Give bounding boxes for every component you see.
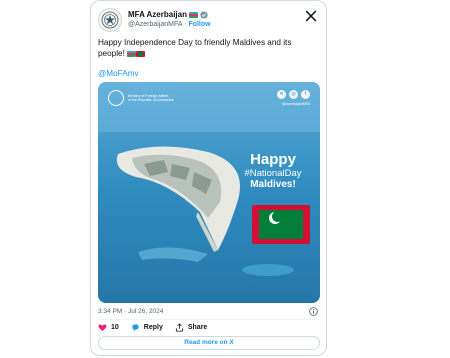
tweet-text: Happy Independence Day to friendly Maldi…	[98, 37, 320, 59]
avatar[interactable]	[98, 8, 122, 32]
share-button[interactable]: Share	[175, 323, 207, 332]
reply-button[interactable]: Reply	[131, 323, 163, 332]
facebook-icon: f	[301, 90, 310, 99]
azerbaijan-flag-icon	[127, 50, 137, 57]
reply-label: Reply	[143, 324, 163, 331]
ministry-name: Ministry of Foreign Affairs of the Repub…	[128, 93, 174, 102]
tweet-timestamp[interactable]: 3:34 PM · Jul 26, 2024	[98, 308, 163, 315]
azerbaijan-seal-icon	[101, 11, 119, 29]
follow-button[interactable]: Follow	[188, 21, 210, 28]
tweet-embed-card: MFA Azerbaijan @AzerbaijanMFA · Follow H…	[90, 0, 327, 356]
like-count: 10	[111, 324, 119, 331]
azerbaijan-flag-icon	[188, 11, 198, 18]
tweet-header: MFA Azerbaijan @AzerbaijanMFA · Follow	[98, 8, 320, 34]
tweet-actions: 10 Reply Share	[98, 323, 219, 332]
instagram-icon: ◎	[289, 90, 298, 99]
author-handle[interactable]: @AzerbaijanMFA	[128, 21, 182, 28]
info-icon[interactable]	[309, 307, 318, 316]
greeting-headline: Happy	[250, 151, 296, 168]
separator-dot: ·	[184, 21, 187, 28]
read-more-button[interactable]: Read more on X	[98, 336, 320, 350]
mention-link[interactable]: @MoFAmv	[98, 69, 139, 78]
divider	[98, 319, 320, 320]
share-icon	[175, 323, 183, 332]
ministry-logo: Ministry of Foreign Affairs of the Repub…	[108, 90, 174, 106]
like-button[interactable]: 10	[98, 323, 119, 332]
greeting-hashtag: #NationalDay	[244, 168, 302, 179]
azerbaijan-seal-icon	[108, 90, 124, 106]
author-name[interactable]: MFA Azerbaijan	[128, 10, 187, 19]
author-name-row[interactable]: MFA Azerbaijan	[128, 10, 208, 19]
image-social-handle: @AzerbaijanMFA	[281, 102, 310, 106]
heart-icon	[98, 324, 107, 332]
author-handle-row: @AzerbaijanMFA · Follow	[128, 21, 211, 28]
maldives-flag-icon	[136, 50, 146, 57]
x-logo-icon: ✕	[277, 90, 286, 99]
greeting-text: Happy #NationalDay Maldives!	[238, 152, 308, 191]
verified-badge-icon	[200, 10, 208, 19]
x-logo-icon[interactable]	[305, 10, 317, 22]
social-icons: ✕ ◎ f	[277, 90, 310, 99]
share-label: Share	[187, 324, 208, 331]
greeting-country: Maldives!	[250, 179, 296, 190]
reply-icon	[132, 324, 139, 332]
maldives-flag-icon	[252, 205, 310, 244]
tweet-image[interactable]: Ministry of Foreign Affairs of the Repub…	[98, 82, 320, 303]
island-aerial-illustration	[98, 82, 320, 303]
